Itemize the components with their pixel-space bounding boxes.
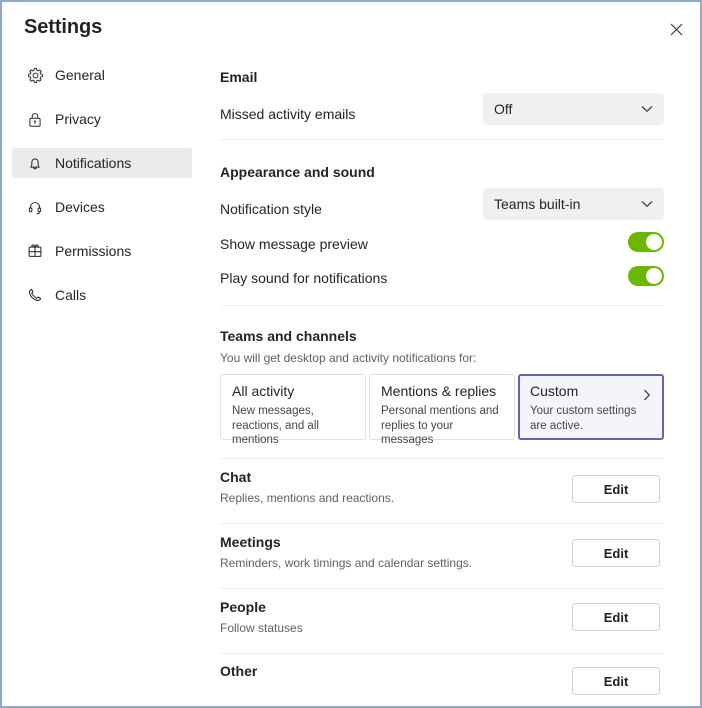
gear-icon bbox=[26, 66, 44, 84]
sidebar-item-calls[interactable]: Calls bbox=[12, 280, 192, 310]
chevron-right-icon bbox=[643, 388, 651, 406]
email-section-heading: Email bbox=[220, 69, 258, 85]
teams-channels-description: You will get desktop and activity notifi… bbox=[220, 351, 477, 365]
divider bbox=[220, 588, 664, 589]
card-title: Custom bbox=[530, 383, 579, 399]
appearance-section-heading: Appearance and sound bbox=[220, 164, 375, 180]
lock-icon bbox=[26, 110, 44, 128]
preset-card-mentions-replies[interactable]: Mentions & replies Personal mentions and… bbox=[369, 374, 515, 446]
chat-section-heading: Chat bbox=[220, 469, 252, 485]
permissions-icon bbox=[26, 242, 44, 260]
other-edit-button[interactable]: Edit bbox=[572, 667, 660, 695]
chat-section-description: Replies, mentions and reactions. bbox=[220, 491, 395, 505]
toggle-knob bbox=[646, 234, 662, 250]
play-sound-toggle[interactable] bbox=[628, 266, 664, 286]
card-description: Personal mentions and replies to your me… bbox=[381, 405, 499, 447]
dropdown-value: Teams built-in bbox=[494, 196, 581, 212]
sidebar-item-label: Calls bbox=[55, 287, 87, 303]
show-message-preview-toggle[interactable] bbox=[628, 232, 664, 252]
missed-activity-emails-label: Missed activity emails bbox=[220, 106, 356, 122]
sidebar-item-permissions[interactable]: Permissions bbox=[12, 236, 192, 266]
missed-activity-emails-dropdown[interactable]: Off bbox=[483, 93, 664, 125]
sidebar-item-privacy[interactable]: Privacy bbox=[12, 104, 192, 134]
notification-style-label: Notification style bbox=[220, 201, 322, 217]
divider bbox=[220, 139, 664, 140]
divider bbox=[220, 653, 664, 654]
chevron-down-icon bbox=[641, 200, 653, 208]
dropdown-value: Off bbox=[494, 101, 513, 117]
divider bbox=[220, 523, 664, 524]
people-edit-button[interactable]: Edit bbox=[572, 603, 660, 631]
card-title: Mentions & replies bbox=[381, 383, 497, 399]
chat-edit-button[interactable]: Edit bbox=[572, 475, 660, 503]
show-message-preview-label: Show message preview bbox=[220, 236, 368, 252]
notification-style-dropdown[interactable]: Teams built-in bbox=[483, 188, 664, 220]
sidebar-item-label: Privacy bbox=[55, 111, 101, 127]
page-title: Settings bbox=[24, 16, 103, 38]
divider bbox=[220, 305, 664, 306]
sidebar-item-label: General bbox=[55, 67, 105, 83]
other-section-heading: Other bbox=[220, 663, 258, 679]
card-description: New messages, reactions, and all mention… bbox=[232, 405, 319, 447]
chevron-down-icon bbox=[641, 105, 653, 113]
settings-content: Email Missed activity emails Off Appeara… bbox=[220, 2, 664, 706]
teams-channels-heading: Teams and channels bbox=[220, 328, 357, 344]
meetings-edit-button[interactable]: Edit bbox=[572, 539, 660, 567]
sidebar-item-general[interactable]: General bbox=[12, 60, 192, 90]
bell-icon bbox=[26, 154, 44, 172]
close-icon[interactable] bbox=[661, 14, 691, 44]
sidebar-item-label: Permissions bbox=[55, 243, 132, 259]
people-section-heading: People bbox=[220, 599, 266, 615]
settings-window-inner: Settings General Privacy Notifications D… bbox=[2, 2, 700, 706]
headset-icon bbox=[26, 198, 44, 216]
meetings-section-heading: Meetings bbox=[220, 534, 281, 550]
divider bbox=[220, 458, 664, 459]
sidebar-item-label: Notifications bbox=[55, 155, 132, 171]
card-title: All activity bbox=[232, 383, 295, 399]
sidebar-item-notifications[interactable]: Notifications bbox=[12, 148, 192, 178]
notification-preset-cards: All activity New messages, reactions, an… bbox=[220, 374, 664, 446]
toggle-knob bbox=[646, 268, 662, 284]
phone-icon bbox=[26, 286, 44, 304]
preset-card-all-activity[interactable]: All activity New messages, reactions, an… bbox=[220, 374, 366, 446]
settings-window: Settings General Privacy Notifications D… bbox=[0, 0, 702, 708]
sidebar-item-label: Devices bbox=[55, 199, 105, 215]
people-section-description: Follow statuses bbox=[220, 621, 303, 635]
card-description: Your custom settings are active. bbox=[530, 405, 637, 432]
meetings-section-description: Reminders, work timings and calendar set… bbox=[220, 556, 473, 570]
play-sound-label: Play sound for notifications bbox=[220, 270, 388, 286]
sidebar-item-devices[interactable]: Devices bbox=[12, 192, 192, 222]
preset-card-custom[interactable]: Custom Your custom settings are active. bbox=[518, 374, 664, 440]
sidebar: General Privacy Notifications Devices Pe… bbox=[2, 60, 202, 324]
